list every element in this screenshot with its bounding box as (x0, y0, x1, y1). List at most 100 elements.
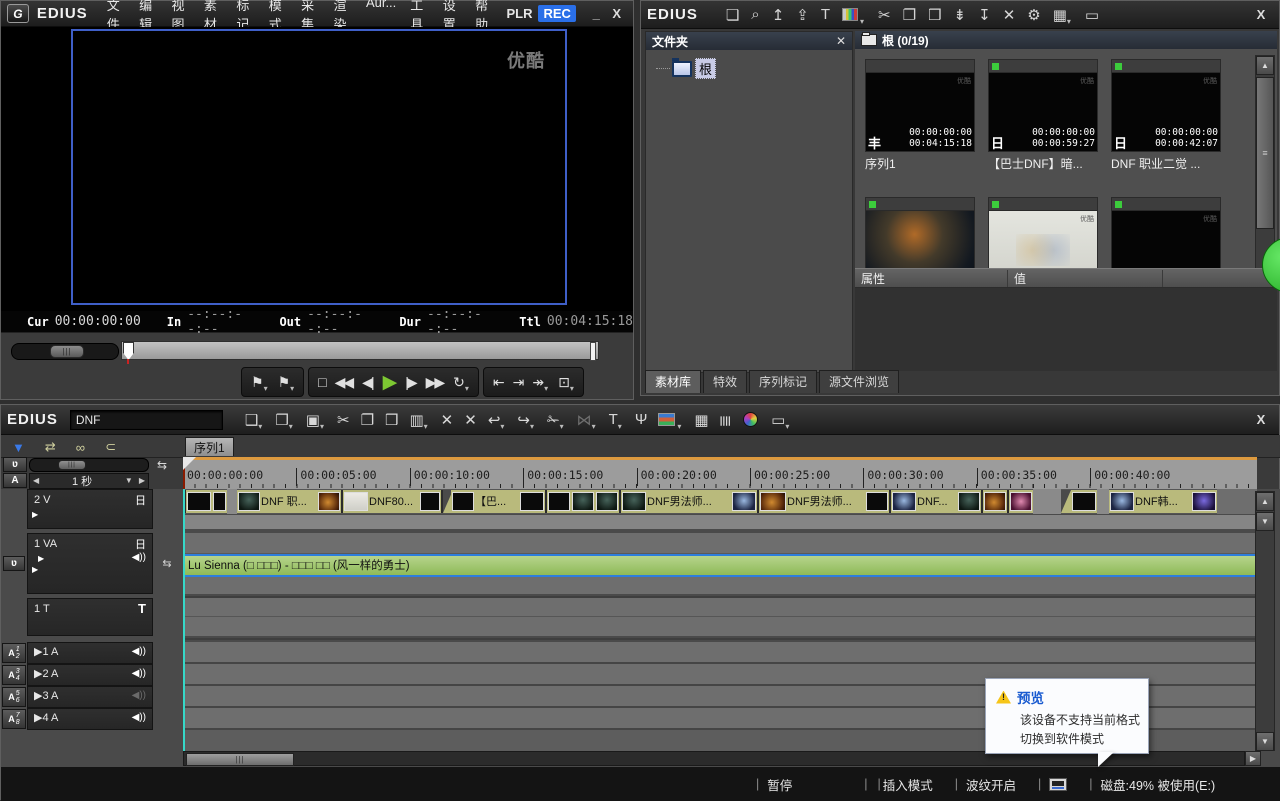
timeline-clip-segment[interactable] (621, 489, 647, 514)
scrubber-playhead[interactable] (123, 342, 134, 360)
timeline-clip-segment[interactable]: DNF男法师... (647, 489, 731, 514)
title-track-content[interactable] (183, 598, 1257, 636)
export-icon[interactable]: ⊡▾ (553, 371, 579, 393)
audio-mixer-icon[interactable]: ≣▾ (714, 409, 737, 431)
bin-close-button[interactable]: X (1249, 7, 1273, 22)
add-to-timeline-icon[interactable]: ↧▾ (972, 4, 995, 26)
video-track-content[interactable]: DNF 职... DNF80... 【巴... DNF男法师... DNF男法师... D… (183, 489, 1257, 514)
timeline-clip-segment[interactable] (343, 489, 369, 514)
undo-icon[interactable]: ↩▾ (482, 409, 511, 431)
import-icon[interactable]: ⇪▾ (790, 4, 813, 26)
colorbar-icon[interactable]: ▾ (836, 4, 870, 26)
audio-clip[interactable]: Lu Sienna (□ □□□) - □□□ □□ (风一样的勇士) (183, 554, 1257, 577)
loop-icon[interactable]: ↻▾ (448, 371, 474, 393)
paste-icon[interactable]: ❒▾ (379, 409, 402, 431)
property-column[interactable]: 属性 (855, 270, 1008, 287)
export-icon[interactable]: ▾ (652, 409, 687, 431)
folder-tree-item-root[interactable]: 根 (656, 58, 852, 79)
timeline-clip-segment[interactable] (519, 489, 545, 514)
scroll-up-button[interactable]: ▲ (1256, 492, 1274, 511)
bin-tab[interactable]: 源文件浏览 (819, 370, 899, 393)
timeline-clip-segment[interactable]: DNF80... (369, 489, 419, 514)
timescale-right-arrow[interactable]: ▶ (136, 476, 148, 485)
track-header-1a[interactable]: A12▶1 A◀)) (1, 642, 181, 664)
timeline-clip-segment[interactable]: 【巴... (475, 489, 519, 514)
timescale-selector[interactable]: ◀ 1 秒 ▼ ▶ (29, 473, 149, 489)
timeline-clip-segment[interactable] (547, 489, 571, 514)
sync-arrows-icon[interactable]: ⇆ (162, 557, 171, 570)
close-button[interactable]: X (606, 6, 627, 21)
expand-arrow-icon[interactable]: ▶ (34, 552, 44, 563)
timeline-clip-segment[interactable]: DNF... (917, 489, 957, 514)
bin-clip[interactable]: 优酷 日 00:00:00:0000:00:42:07 DNF 职业二觉 ... (1111, 59, 1221, 172)
ripple-mode-icon[interactable]: ⊂ (100, 436, 119, 458)
audio-channel-badge[interactable]: A12 (2, 643, 26, 663)
bin-clip[interactable]: 优酷 日 00:00:00:0000:00:59:27 【巴士DNF】暗... (988, 59, 1098, 172)
new-sequence-icon[interactable]: ❑▾ (239, 409, 268, 431)
timeline-clip-segment[interactable] (891, 489, 917, 514)
plr-button[interactable]: PLR (500, 6, 538, 21)
cut-icon[interactable]: ✂▾ (331, 409, 354, 431)
timeline-clip-segment[interactable] (212, 489, 227, 514)
scroll-right-button[interactable]: ▶ (1245, 751, 1261, 766)
copy-icon[interactable]: ❐▾ (355, 409, 378, 431)
next-frame-icon[interactable]: |▶▾ (400, 371, 420, 393)
timeline-clip-segment[interactable] (186, 489, 212, 514)
play-icon[interactable]: ▶▾ (378, 371, 401, 393)
title-icon[interactable]: T▾ (603, 409, 628, 431)
timeline-clip-segment[interactable] (1009, 489, 1033, 514)
timeline-clip-segment[interactable] (865, 489, 889, 514)
timeline-clip-segment[interactable] (227, 489, 237, 514)
playhead-handle[interactable] (183, 457, 196, 470)
speaker-icon[interactable]: ◀)) (132, 646, 146, 657)
prev-frame-icon[interactable]: ◀|▾ (357, 371, 377, 393)
voiceover-mic-icon[interactable]: Ψ▾ (629, 409, 652, 431)
multicam-icon[interactable]: ▦▾ (688, 409, 712, 431)
ffwd-icon[interactable]: ▶▶▾ (421, 371, 449, 393)
folder-panel-close[interactable]: ✕ (836, 34, 846, 48)
color-correction-icon[interactable]: ▾ (737, 409, 764, 431)
timeline-clip-segment[interactable]: DNF 职... (261, 489, 317, 514)
search-icon[interactable]: ⌕▾ (745, 4, 763, 26)
timeline-close-button[interactable]: X (1249, 412, 1273, 427)
copy-icon[interactable]: ❐▾ (897, 4, 920, 26)
track-header-3a[interactable]: A56▶3 A◀)) (1, 686, 181, 708)
timeline-clip-segment[interactable] (451, 489, 475, 514)
timeline-clip-segment[interactable] (759, 489, 787, 514)
track-header-4a[interactable]: A78▶4 A◀)) (1, 708, 181, 730)
timescale-left-arrow[interactable]: ◀ (30, 476, 42, 485)
timeline-zoom-slider[interactable]: ||| (29, 458, 149, 472)
bin-tab[interactable]: 特效 (703, 370, 747, 393)
transition-icon[interactable]: ⋈▾ (571, 409, 602, 431)
audio-channel-badge[interactable]: A78 (2, 709, 26, 729)
speaker-icon[interactable]: ◀)) (132, 552, 146, 563)
scroll-down-button[interactable]: ▼ (1256, 732, 1274, 751)
settings-icon[interactable]: ⚙▾ (1021, 4, 1044, 26)
video-mute-button[interactable]: ʋ (3, 457, 27, 472)
position-scrubber[interactable] (121, 341, 599, 360)
expand-arrow-icon[interactable]: ▶ (28, 563, 152, 574)
timeline-vertical-scrollbar[interactable]: ▲ ▼ ▼ (1255, 491, 1275, 753)
goto-out-icon[interactable]: ⇥▾ (508, 371, 528, 393)
timeline-clip-segment[interactable] (1191, 489, 1217, 514)
timeline-clip-segment[interactable] (1033, 489, 1061, 514)
sync-scroll-icon[interactable]: ⇆ (157, 458, 167, 472)
bin-clip[interactable]: 日 00:00:00:00 (865, 197, 975, 268)
cut-icon[interactable]: ✂▾ (872, 4, 895, 26)
bin-clip[interactable]: 优酷 日 00:00:00:00 (988, 197, 1098, 268)
track-mute-button[interactable]: ʋ (3, 556, 25, 571)
timeline-clip-segment[interactable] (983, 489, 1007, 514)
ripple-delete-icon[interactable]: ✕▾ (435, 409, 458, 431)
shuttle-slider[interactable]: ||| (11, 343, 119, 360)
bin-tab[interactable]: 序列标记 (749, 370, 817, 393)
timeline-clip-segment[interactable] (1097, 489, 1109, 514)
track-header-1va[interactable]: ʋ 1 VA日 ▶◀)) ▶ ⇆ (1, 533, 181, 594)
up-folder-icon[interactable]: ↥▾ (766, 4, 789, 26)
timeline-clip-segment[interactable]: DNF男法师... (787, 489, 865, 514)
timeline-clip-segment[interactable] (419, 489, 441, 514)
timeline-clip-segment[interactable] (1109, 489, 1135, 514)
timeline-clip-segment[interactable] (571, 489, 595, 514)
redo-icon[interactable]: ↪▾ (511, 409, 540, 431)
delete-in-out-icon[interactable]: ✕▾ (458, 409, 481, 431)
bin-tab[interactable]: 素材库 (645, 370, 701, 393)
